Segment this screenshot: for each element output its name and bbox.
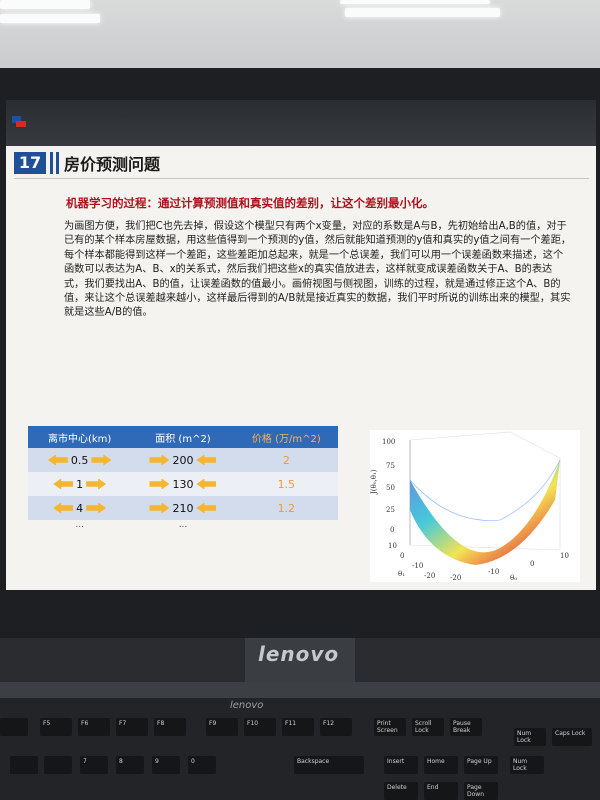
slide-number: 17 — [14, 152, 46, 174]
slide-subtitle: 机器学习的过程：通过计算预测值和真实值的差别，让这个差别最小化。 — [66, 196, 434, 210]
app-logo-icon — [12, 116, 26, 127]
monitor-screen: 17 房价预测问题 机器学习的过程：通过计算预测值和真实值的差别，让这个差别最小… — [6, 100, 596, 590]
cell-price: 1.2 — [277, 501, 296, 515]
z-tick: 75 — [386, 462, 395, 470]
table-header: 离市中心(km) 面积 (m^2) 价格 (万/m^2) — [28, 426, 338, 448]
keyboard-key — [10, 756, 38, 774]
left-tick: 0 — [400, 552, 404, 560]
keyboard-key: F6 — [78, 718, 110, 736]
cell-distance: 4 — [76, 501, 84, 515]
arrow-right-icon — [149, 478, 170, 490]
keyboard-key — [0, 718, 28, 736]
ceiling-light — [340, 0, 490, 4]
title-divider — [14, 178, 589, 179]
keyboard-key: Num Lock — [510, 756, 544, 774]
right-tick: -10 — [488, 568, 499, 576]
slide-title: 房价预测问题 — [64, 155, 161, 174]
keyboard-key: End — [424, 782, 458, 800]
table-row: 4 210 1.2 — [28, 496, 338, 520]
arrow-left-icon — [196, 478, 217, 490]
ceiling-light — [0, 0, 90, 9]
keyboard: F5 F6 F7 F8 F9 F10 F11 F12 Print Screen … — [0, 698, 600, 800]
arrow-right-icon — [149, 502, 170, 514]
arrow-right-icon — [86, 502, 107, 514]
ellipsis: ... — [75, 520, 84, 530]
arrow-left-icon — [47, 454, 68, 466]
ellipsis: ... — [178, 520, 188, 530]
left-tick: -10 — [412, 562, 423, 570]
right-tick: 0 — [530, 560, 534, 568]
cell-area: 130 — [172, 477, 194, 491]
right-tick: 10 — [560, 552, 569, 560]
keyboard-key: F5 — [40, 718, 72, 736]
title-accent-bar — [56, 152, 59, 174]
arrow-left-icon — [53, 502, 74, 514]
right-tick: -20 — [450, 574, 461, 582]
left-axis-label: θ₁ — [398, 570, 405, 578]
z-tick: 100 — [382, 438, 395, 446]
keyboard-key: F11 — [282, 718, 314, 736]
cell-price: 2 — [282, 453, 290, 467]
keyboard-key: F8 — [154, 718, 186, 736]
cost-surface-plot: 100 75 50 25 0 J(θ₀,θ₁) 10 0 -10 -20 θ₁ … — [370, 430, 580, 582]
z-axis-label: J(θ₀,θ₁) — [370, 469, 378, 495]
z-tick: 50 — [386, 484, 395, 492]
keyboard-key: 9 — [152, 756, 180, 774]
cell-area: 210 — [172, 501, 194, 515]
keyboard-key: 7 — [80, 756, 108, 774]
arrow-right-icon — [91, 454, 112, 466]
keyboard-brand-logo: lenovo — [230, 700, 264, 711]
table-ellipsis-row: ... ... — [28, 520, 338, 534]
z-tick: 25 — [386, 506, 395, 514]
ceiling-light — [345, 8, 500, 17]
slide-paragraph: 为画图方便，我们把C也先去掉，假设这个模型只有两个x变量，对应的系数是A与B，先… — [64, 221, 572, 319]
header-area: 面积 (m^2) — [155, 433, 211, 445]
header-price: 价格 (万/m^2) — [251, 433, 321, 445]
right-axis-label: θ₀ — [510, 574, 517, 582]
ceiling — [0, 0, 600, 70]
keyboard-key: Page Up — [464, 756, 498, 774]
house-price-table: 离市中心(km) 面积 (m^2) 价格 (万/m^2) 0.5 200 2 1… — [28, 426, 338, 534]
keyboard-key: Caps Lock — [552, 728, 592, 746]
keyboard-key: Page Down — [464, 782, 498, 800]
z-tick: 0 — [390, 526, 394, 534]
keyboard-key: 0 — [188, 756, 216, 774]
cell-distance: 1 — [76, 477, 84, 491]
presentation-top-bar — [6, 100, 596, 146]
keyboard-key: Pause Break — [450, 718, 482, 736]
keyboard-key: Scroll Lock — [412, 718, 444, 736]
keyboard-key: Backspace — [294, 756, 364, 774]
keyboard-key: Home — [424, 756, 458, 774]
keyboard-key: Delete — [384, 782, 418, 800]
arrow-left-icon — [196, 502, 217, 514]
keyboard-key: F9 — [206, 718, 238, 736]
cell-area: 200 — [172, 453, 194, 467]
keyboard-key: F10 — [244, 718, 276, 736]
header-distance: 离市中心(km) — [47, 433, 112, 445]
left-tick: -20 — [424, 572, 435, 580]
title-accent-bar — [50, 152, 53, 174]
keyboard-key: Num Lock — [514, 728, 546, 746]
keyboard-key: 8 — [116, 756, 144, 774]
keyboard-key: F12 — [320, 718, 352, 736]
arrow-right-icon — [149, 454, 170, 466]
arrow-left-icon — [196, 454, 217, 466]
ceiling-light — [0, 14, 100, 23]
arrow-right-icon — [86, 478, 107, 490]
left-tick: 10 — [388, 542, 397, 550]
table-row: 0.5 200 2 — [28, 448, 338, 472]
table-row: 1 130 1.5 — [28, 472, 338, 496]
keyboard-key — [44, 756, 72, 774]
keyboard-key: Print Screen — [374, 718, 406, 736]
cell-distance: 0.5 — [70, 453, 89, 467]
keyboard-key: Insert — [384, 756, 418, 774]
monitor-brand-logo: lenovo — [258, 642, 340, 666]
cost-surface-svg: 100 75 50 25 0 J(θ₀,θ₁) 10 0 -10 -20 θ₁ … — [370, 431, 569, 582]
cell-price: 1.5 — [277, 477, 296, 491]
keyboard-key: F7 — [116, 718, 148, 736]
arrow-left-icon — [53, 478, 74, 490]
